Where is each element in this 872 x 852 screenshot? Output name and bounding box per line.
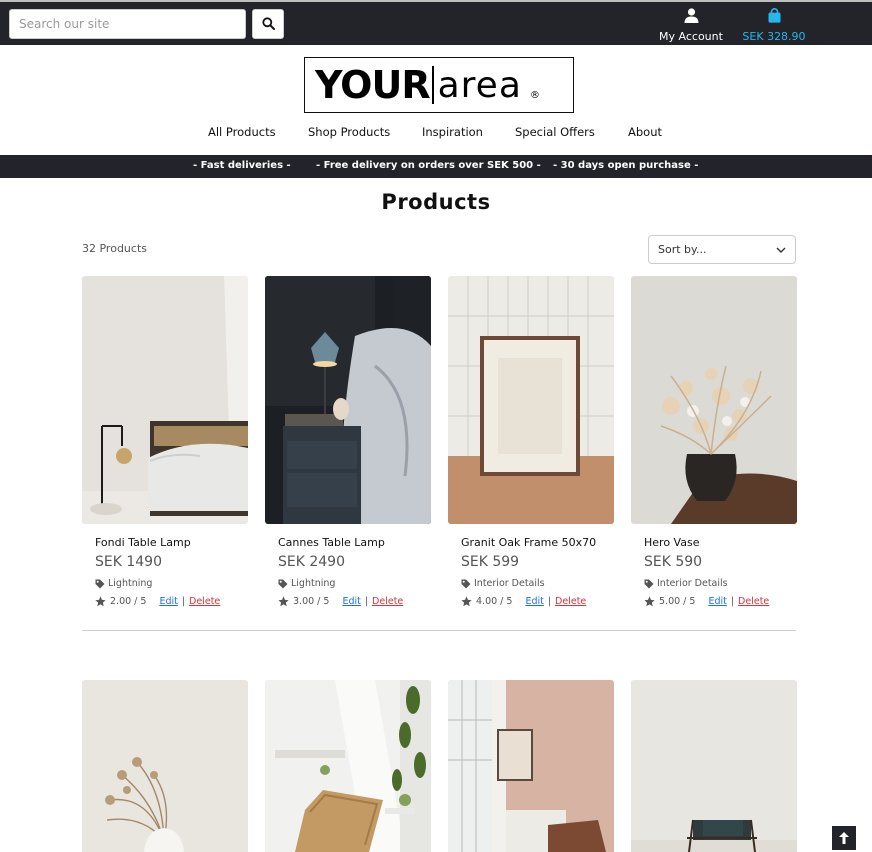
- search-icon: [261, 15, 275, 34]
- product-meta: 3.00 / 5 Edit | Delete: [278, 596, 403, 607]
- product-card: [265, 680, 431, 852]
- link-separator: |: [181, 596, 186, 607]
- rating-label: 3.00 / 5: [293, 596, 330, 607]
- product-image[interactable]: [448, 680, 614, 852]
- product-category[interactable]: Interior Details: [644, 578, 728, 589]
- info-banner: - Fast deliveries - - Free delivery on o…: [0, 155, 872, 178]
- arrow-up-icon: [839, 829, 849, 848]
- product-price: SEK 590: [644, 554, 703, 570]
- product-price: SEK 599: [461, 554, 520, 570]
- delete-link[interactable]: Delete: [555, 596, 586, 607]
- edit-link[interactable]: Edit: [525, 596, 543, 607]
- star-icon: [644, 596, 655, 607]
- sort-label: Sort by...: [658, 243, 707, 256]
- product-count: 32 Products: [82, 242, 147, 255]
- chevron-down-icon: [776, 243, 786, 256]
- product-price: SEK 2490: [278, 554, 345, 570]
- product-meta: 2.00 / 5 Edit | Delete: [95, 596, 220, 607]
- link-separator: |: [547, 596, 552, 607]
- logo-light-text: area: [437, 64, 522, 106]
- product-image[interactable]: [631, 680, 797, 852]
- shopping-bag-icon: [767, 8, 782, 27]
- row-divider: [82, 630, 796, 631]
- product-category[interactable]: Interior Details: [461, 578, 545, 589]
- bag-total: SEK 328.90: [742, 30, 806, 43]
- banner-open-purchase: - 30 days open purchase -: [553, 160, 699, 171]
- nav-item-inspiration[interactable]: Inspiration: [422, 125, 483, 139]
- edit-link[interactable]: Edit: [342, 596, 360, 607]
- tag-icon: [95, 579, 105, 588]
- product-name[interactable]: Granit Oak Frame 50x70: [461, 536, 596, 549]
- star-icon: [95, 596, 106, 607]
- delete-link[interactable]: Delete: [372, 596, 403, 607]
- sort-select[interactable]: Sort by...: [648, 235, 796, 264]
- edit-link[interactable]: Edit: [159, 596, 177, 607]
- banner-fast-deliveries: - Fast deliveries -: [193, 160, 291, 171]
- my-account-link[interactable]: My Account: [651, 8, 731, 44]
- banner-free-delivery: - Free delivery on orders over SEK 500 -: [316, 160, 541, 171]
- delete-link[interactable]: Delete: [189, 596, 220, 607]
- product-price: SEK 1490: [95, 554, 162, 570]
- product-image[interactable]: [82, 276, 248, 524]
- category-label: Interior Details: [657, 578, 728, 589]
- my-account-label: My Account: [659, 30, 723, 43]
- edit-link[interactable]: Edit: [708, 596, 726, 607]
- nav-item-special-offers[interactable]: Special Offers: [515, 125, 595, 139]
- product-image[interactable]: [265, 276, 431, 524]
- product-image[interactable]: [448, 276, 614, 524]
- user-icon: [684, 8, 699, 27]
- product-card: [631, 680, 797, 852]
- product-name[interactable]: Hero Vase: [644, 536, 699, 549]
- product-meta: 4.00 / 5 Edit | Delete: [461, 596, 586, 607]
- main-nav: All Products Shop Products Inspiration S…: [0, 125, 872, 143]
- top-bar: My Account SEK 328.90: [0, 0, 872, 45]
- search-button[interactable]: [252, 9, 284, 39]
- nav-item-all-products[interactable]: All Products: [208, 125, 276, 139]
- page-title: Products: [381, 190, 491, 214]
- back-to-top-button[interactable]: [832, 826, 856, 850]
- logo-registered-mark: ®: [529, 89, 540, 101]
- product-meta: 5.00 / 5 Edit | Delete: [644, 596, 769, 607]
- tag-icon: [644, 579, 654, 588]
- product-image[interactable]: [265, 680, 431, 852]
- site-logo[interactable]: YOUR area ®: [304, 57, 574, 113]
- product-category[interactable]: Lightning: [95, 578, 152, 589]
- category-label: Lightning: [291, 578, 336, 589]
- product-card: [448, 680, 614, 852]
- product-category[interactable]: Lightning: [278, 578, 335, 589]
- shopping-bag-link[interactable]: SEK 328.90: [738, 8, 810, 44]
- product-image[interactable]: [82, 680, 248, 852]
- product-name[interactable]: Cannes Table Lamp: [278, 536, 385, 549]
- search-input[interactable]: [9, 9, 246, 39]
- tag-icon: [278, 579, 288, 588]
- logo-bold-text: YOUR: [315, 63, 431, 107]
- rating-label: 4.00 / 5: [476, 596, 513, 607]
- delete-link[interactable]: Delete: [738, 596, 769, 607]
- product-card: [82, 680, 248, 852]
- product-image[interactable]: [631, 276, 797, 524]
- rating-label: 2.00 / 5: [110, 596, 147, 607]
- link-separator: |: [730, 596, 735, 607]
- nav-item-about[interactable]: About: [628, 125, 662, 139]
- logo-divider: [431, 66, 434, 104]
- star-icon: [278, 596, 289, 607]
- tag-icon: [461, 579, 471, 588]
- nav-item-shop-products[interactable]: Shop Products: [308, 125, 390, 139]
- category-label: Lightning: [108, 578, 153, 589]
- category-label: Interior Details: [474, 578, 545, 589]
- product-name[interactable]: Fondi Table Lamp: [95, 536, 191, 549]
- rating-label: 5.00 / 5: [659, 596, 696, 607]
- star-icon: [461, 596, 472, 607]
- link-separator: |: [364, 596, 369, 607]
